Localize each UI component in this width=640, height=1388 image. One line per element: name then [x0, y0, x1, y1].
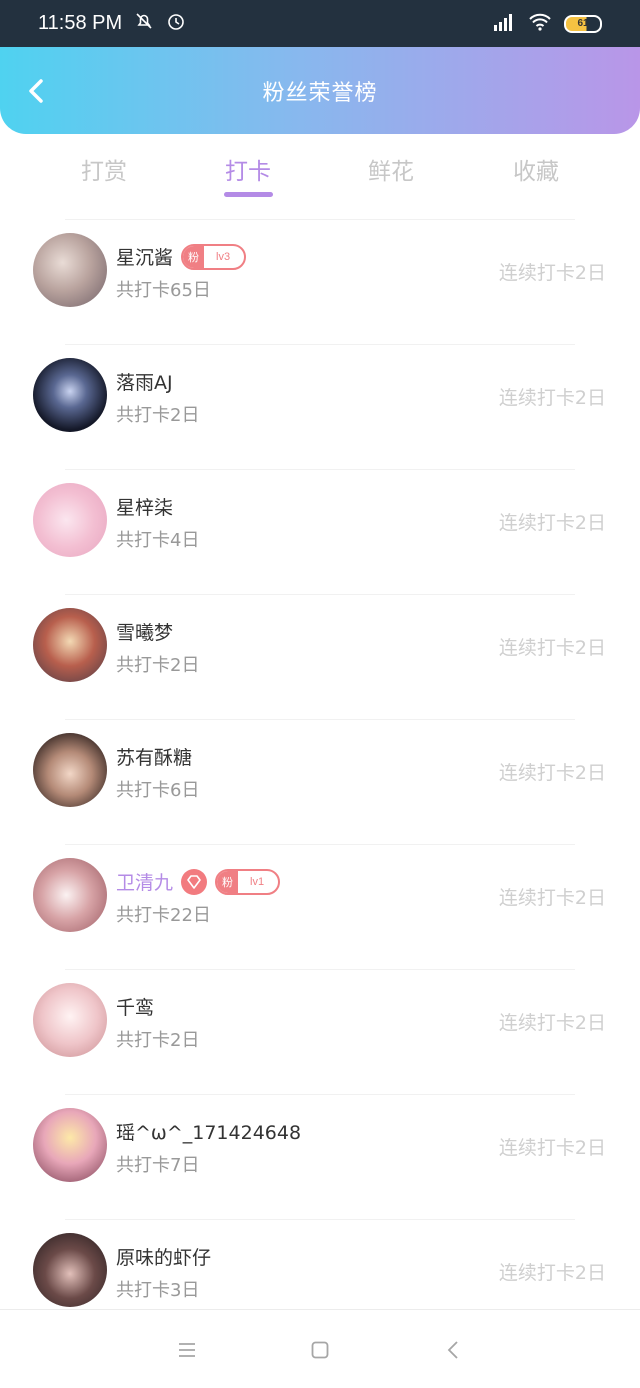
- avatar[interactable]: [33, 233, 107, 307]
- total-checkins: 共打卡6日: [116, 780, 200, 801]
- user-name: 星沉酱: [116, 247, 174, 269]
- list-item[interactable]: 瑶^ω^_171424648 共打卡7日 连续打卡2日: [33, 1094, 606, 1219]
- list-item[interactable]: 星梓柒 共打卡4日 连续打卡2日: [33, 469, 606, 594]
- back-arrow-icon: [447, 1341, 458, 1359]
- total-checkins: 共打卡2日: [116, 655, 200, 676]
- diamond-icon: [181, 868, 208, 895]
- battery-level: 61: [577, 18, 589, 29]
- user-name: 千鸾: [116, 997, 155, 1019]
- user-name: 星梓柒: [116, 497, 174, 519]
- streak-text: 连续打卡2日: [498, 1137, 606, 1159]
- home-square-icon: [311, 1341, 329, 1359]
- list-item[interactable]: 星沉酱 粉 lv3 共打卡65日 连续打卡2日: [33, 219, 606, 344]
- app-header: 粉丝荣誉榜: [0, 47, 640, 134]
- avatar[interactable]: [33, 1108, 107, 1182]
- menu-icon: [179, 1343, 195, 1357]
- wifi-icon: [528, 12, 552, 36]
- user-name: 瑶^ω^_171424648: [116, 1122, 302, 1144]
- tab-checkin[interactable]: 打卡: [198, 152, 298, 186]
- avatar[interactable]: [33, 483, 107, 557]
- mute-bell-icon: [134, 11, 154, 36]
- avatar[interactable]: [33, 733, 107, 807]
- list-item[interactable]: 雪曦梦 共打卡2日 连续打卡2日: [33, 594, 606, 719]
- avatar[interactable]: [33, 858, 107, 932]
- list-item[interactable]: 苏有酥糖 共打卡6日 连续打卡2日: [33, 719, 606, 844]
- user-name: 卫清九: [116, 872, 174, 894]
- total-checkins: 共打卡2日: [116, 1030, 200, 1051]
- status-bar: 11:58 PM 61: [0, 0, 640, 47]
- tab-flowers[interactable]: 鲜花: [341, 152, 441, 186]
- tab-reward[interactable]: 打赏: [54, 152, 154, 186]
- avatar[interactable]: [33, 1233, 107, 1307]
- nav-back-button[interactable]: [442, 1338, 466, 1362]
- active-tab-indicator: [224, 192, 273, 197]
- tab-bar: 打赏 打卡 鲜花 收藏: [0, 134, 640, 214]
- streak-text: 连续打卡2日: [498, 262, 606, 284]
- streak-text: 连续打卡2日: [498, 1262, 606, 1284]
- list-item[interactable]: 落雨AJ 共打卡2日 连续打卡2日: [33, 344, 606, 469]
- back-button[interactable]: [18, 71, 54, 111]
- list-item[interactable]: 卫清九 粉 lv1 共打卡22日 连续打卡2日: [33, 844, 606, 969]
- system-nav-bar: [0, 1309, 640, 1388]
- page-title: 粉丝荣誉榜: [262, 80, 378, 106]
- total-checkins: 共打卡3日: [116, 1280, 200, 1301]
- menu-button[interactable]: [175, 1338, 199, 1362]
- streak-text: 连续打卡2日: [498, 1012, 606, 1034]
- streak-text: 连续打卡2日: [498, 637, 606, 659]
- user-name: 雪曦梦: [116, 622, 174, 644]
- user-name: 原味的虾仔: [116, 1247, 212, 1269]
- home-button[interactable]: [308, 1338, 332, 1362]
- avatar[interactable]: [33, 983, 107, 1057]
- total-checkins: 共打卡7日: [116, 1155, 200, 1176]
- total-checkins: 共打卡22日: [116, 905, 211, 926]
- total-checkins: 共打卡4日: [116, 530, 200, 551]
- tab-favorites[interactable]: 收藏: [486, 152, 586, 186]
- status-time: 11:58 PM: [38, 12, 123, 34]
- streak-text: 连续打卡2日: [498, 512, 606, 534]
- streak-text: 连续打卡2日: [498, 762, 606, 784]
- alarm-icon: [166, 11, 186, 36]
- user-name: 落雨AJ: [116, 372, 173, 394]
- fan-level-badge: 粉 lv1: [215, 868, 281, 895]
- battery-icon: 61: [564, 14, 602, 33]
- streak-text: 连续打卡2日: [498, 887, 606, 909]
- list-item[interactable]: 千鸾 共打卡2日 连续打卡2日: [33, 969, 606, 1094]
- total-checkins: 共打卡2日: [116, 405, 200, 426]
- avatar[interactable]: [33, 608, 107, 682]
- chevron-left-icon: [29, 79, 43, 103]
- user-name: 苏有酥糖: [116, 747, 193, 769]
- signal-icon: [492, 12, 516, 36]
- total-checkins: 共打卡65日: [116, 280, 211, 301]
- fan-level-badge: 粉 lv3: [181, 243, 247, 270]
- streak-text: 连续打卡2日: [498, 387, 606, 409]
- fan-list: 星沉酱 粉 lv3 共打卡65日 连续打卡2日 落雨AJ 共打卡2日 连续打卡2…: [0, 219, 640, 1344]
- avatar[interactable]: [33, 358, 107, 432]
